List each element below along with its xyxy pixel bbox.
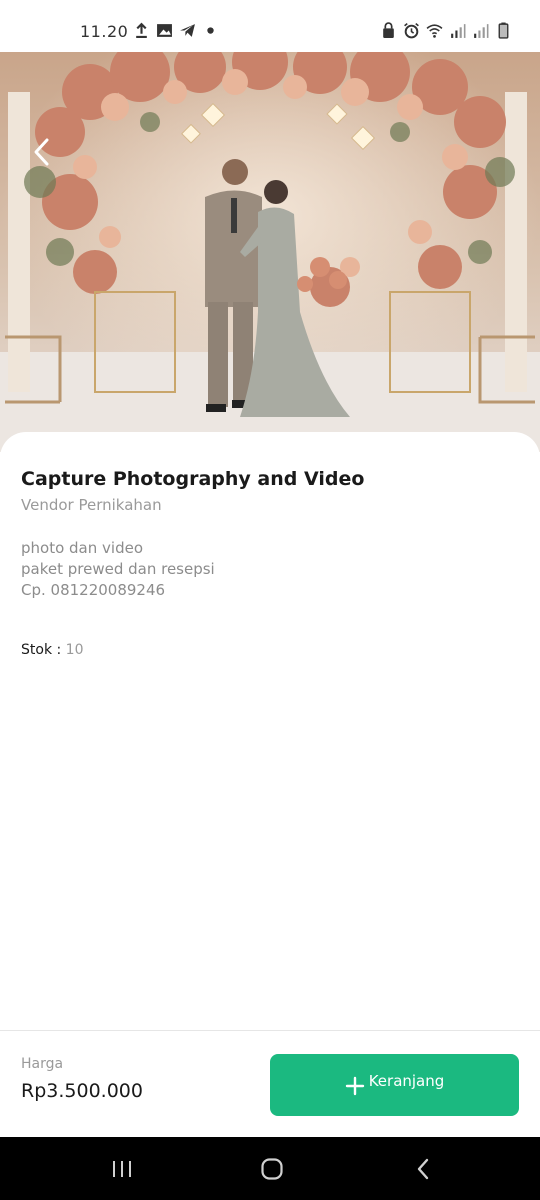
stock-label: Stok :	[21, 642, 62, 658]
description-line: paket prewed dan resepsi	[21, 560, 215, 578]
back-icon	[417, 1158, 429, 1180]
add-to-cart-label: Keranjang	[368, 1072, 445, 1090]
product-description: photo dan video paket prewed dan resepsi…	[21, 538, 215, 601]
product-category: Vendor Pernikahan	[21, 496, 162, 514]
plus-icon	[345, 1073, 365, 1101]
signal-icon	[451, 24, 466, 38]
wifi-icon	[426, 24, 443, 38]
recent-apps-button[interactable]	[97, 1151, 147, 1187]
upload-icon	[136, 22, 147, 38]
status-left-icons	[133, 22, 219, 39]
telegram-icon	[180, 24, 195, 37]
recent-apps-icon	[113, 1161, 131, 1177]
price-value: Rp3.500.000	[21, 1080, 143, 1102]
dot-icon	[207, 27, 214, 34]
home-button[interactable]	[247, 1151, 297, 1187]
lock-icon	[383, 22, 394, 38]
description-line: Cp. 081220089246	[21, 581, 166, 599]
battery-icon	[498, 22, 509, 39]
stock-value: 10	[65, 642, 84, 658]
add-to-cart-button[interactable]: Keranjang	[270, 1054, 519, 1116]
product-detail-card: Capture Photography and Video Vendor Per…	[0, 432, 540, 1032]
status-right-icons	[380, 22, 512, 39]
status-time: 11.20	[80, 22, 129, 41]
hero-image	[0, 52, 540, 452]
system-nav-bar	[0, 1137, 540, 1200]
image-icon	[157, 24, 172, 37]
alarm-icon	[404, 22, 419, 39]
product-title: Capture Photography and Video	[21, 468, 365, 490]
bottom-action-bar: Harga Rp3.500.000 Keranjang	[0, 1030, 540, 1137]
back-button[interactable]	[22, 132, 62, 172]
nav-back-button[interactable]	[398, 1151, 448, 1187]
price-label: Harga	[21, 1056, 64, 1072]
signal-icon	[474, 24, 489, 38]
stock-info: Stok : 10	[21, 642, 84, 658]
wedding-photo	[0, 52, 540, 452]
home-icon	[261, 1158, 283, 1180]
description-line: photo dan video	[21, 539, 143, 557]
chevron-left-icon	[34, 138, 49, 166]
status-bar: 11.20	[0, 0, 540, 52]
